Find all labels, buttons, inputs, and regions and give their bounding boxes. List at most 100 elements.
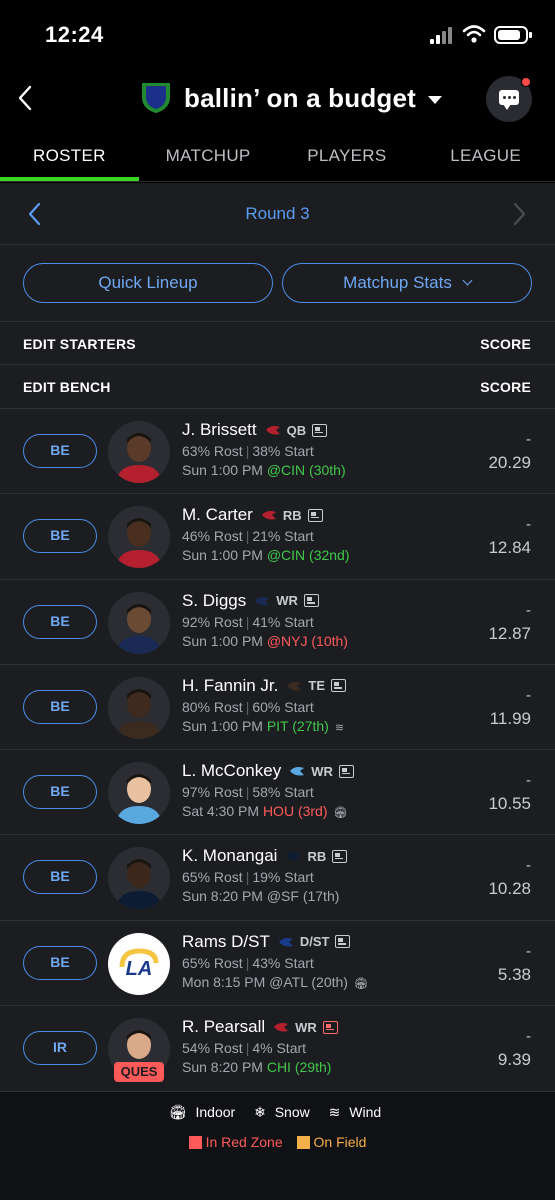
news-icon[interactable] [303,594,319,608]
projected-score: - [526,601,531,619]
divider: | [245,954,250,971]
player-name[interactable]: M. Carter [182,505,253,525]
chevron-right-icon[interactable] [510,201,528,227]
injury-status-badge: QUES [114,1062,164,1083]
tab-players[interactable]: PLAYERS [278,130,417,181]
news-icon[interactable] [331,679,346,693]
roster-panel: Round 3 Quick Lineup Matchup Stats EDIT … [0,183,555,1200]
news-icon[interactable] [338,764,354,778]
status-bar: 12:24 [0,0,555,70]
matchup-stats-label: Matchup Stats [343,273,452,292]
tab-matchup[interactable]: MATCHUP [139,130,278,181]
divider: | [245,1040,250,1057]
player-avatar[interactable] [108,421,170,483]
player-name[interactable]: S. Diggs [182,591,246,611]
opponent: HOU (3rd) [262,803,328,820]
slot-button[interactable]: BE [23,519,97,554]
player-row[interactable]: BE H. Fannin Jr. TE 80% Rost | 60% Start… [0,663,555,749]
news-icon[interactable] [322,1020,338,1034]
slot-button[interactable]: BE [23,604,97,639]
score-header: SCORE [480,379,531,395]
slot-button[interactable]: BE [23,434,97,468]
back-arrow-icon[interactable] [14,82,38,114]
player-row[interactable]: BE K. Monangai RB 65% Rost | 19% Start S… [0,834,555,919]
player-row[interactable]: IR QUES R. Pearsall WR 54% Rost | 4% Sta… [0,1005,555,1090]
player-position: RB [307,848,327,864]
player-row[interactable]: BE M. Carter RB 46% Rost | 21% Start Sun… [0,493,555,578]
player-avatar[interactable] [108,847,170,910]
player-row[interactable]: BE L. McConkey WR 97% Rost | 58% Start S… [0,749,555,834]
game-time: Sun 1:00 PM [182,717,263,734]
tab-league[interactable]: LEAGUE [416,130,555,181]
team-logo-icon [261,511,276,520]
player-name[interactable]: H. Fannin Jr. [182,676,278,696]
player-avatar[interactable] [108,506,170,569]
player-name[interactable]: L. McConkey [182,761,281,781]
edit-starters-link[interactable]: EDIT STARTERS [23,336,136,352]
team-logo-avatar[interactable]: LA [108,932,170,995]
starters-section-header: EDIT STARTERS SCORE [0,321,555,364]
matchup-stats-button[interactable]: Matchup Stats [282,263,532,303]
red-zone-swatch [188,1136,202,1149]
player-avatar[interactable] [108,676,170,739]
chat-icon [499,90,519,110]
player-name[interactable]: R. Pearsall [182,1017,265,1037]
legend-red-zone-label: In Red Zone [205,1134,283,1150]
divider: | [245,869,250,886]
start-percent: 19% Start [252,869,314,886]
quick-lineup-button[interactable]: Quick Lineup [23,263,273,303]
player-headshot-icon [108,762,170,825]
player-name[interactable]: K. Monangai [182,846,277,866]
news-icon[interactable] [312,423,328,437]
game-time: Sat 4:30 PM [182,803,260,820]
slot-button[interactable]: BE [23,945,97,980]
news-icon[interactable] [307,508,323,522]
slot-button[interactable]: BE [23,775,97,810]
opponent: @CIN (30th) [266,462,346,478]
player-score: 9.39 [497,1050,531,1070]
player-row[interactable]: BE LA Rams D/ST D/ST 65% Rost | 43% Start [0,919,555,1005]
on-field-swatch [296,1136,310,1149]
player-avatar[interactable] [108,591,170,654]
opponent: CHI (29th) [266,1059,332,1076]
chat-button[interactable] [486,76,532,122]
legend-on-field-label: On Field [313,1134,367,1150]
slot-button[interactable]: IR [23,1031,97,1066]
tab-bar: ROSTER MATCHUP PLAYERS LEAGUE [0,130,555,182]
score-header: SCORE [480,336,531,352]
player-avatar[interactable] [108,762,170,825]
legend-wind-label: Wind [349,1104,382,1120]
start-percent: 4% Start [252,1040,307,1057]
player-name[interactable]: J. Brissett [182,420,257,440]
team-logo-icon [290,767,305,776]
start-percent: 58% Start [252,784,314,801]
slot-button[interactable]: BE [23,689,97,724]
start-percent: 43% Start [252,954,314,971]
edit-bench-link[interactable]: EDIT BENCH [23,379,111,395]
game-time: Sun 8:20 PM [182,888,263,905]
divider: | [245,613,250,630]
player-info: H. Fannin Jr. TE 80% Rost | 60% Start Sun … [182,675,442,737]
slot-button[interactable]: BE [23,860,97,895]
league-selector[interactable]: ballin’ on a budget [140,80,443,116]
wifi-icon [462,25,486,43]
notification-dot [521,77,531,87]
player-score: 10.28 [488,879,531,899]
news-icon[interactable] [335,935,351,949]
round-label: Round 3 [245,204,310,223]
projected-score: - [526,431,531,448]
legend-indoor: 🏟 Indoor [168,1104,236,1120]
player-row[interactable]: BE S. Diggs WR 92% Rost | 41% Start Sun … [0,578,555,664]
clock: 12:24 [45,22,104,47]
player-name[interactable]: Rams D/ST [182,932,270,952]
player-info: J. Brissett QB 63% Rost | 38% Start Sun 1:… [182,419,442,481]
player-score: 12.84 [488,538,531,558]
news-icon[interactable] [332,849,348,863]
tab-roster[interactable]: ROSTER [0,130,139,181]
player-score: 12.87 [488,623,531,643]
league-name: ballin’ on a budget [184,82,417,113]
roster-percent: 97% Rost [182,784,243,801]
roster-percent: 80% Rost [182,698,243,715]
player-position: RB [282,507,302,523]
player-row[interactable]: BE J. Brissett QB 63% Rost | 38% Start S… [0,408,555,493]
